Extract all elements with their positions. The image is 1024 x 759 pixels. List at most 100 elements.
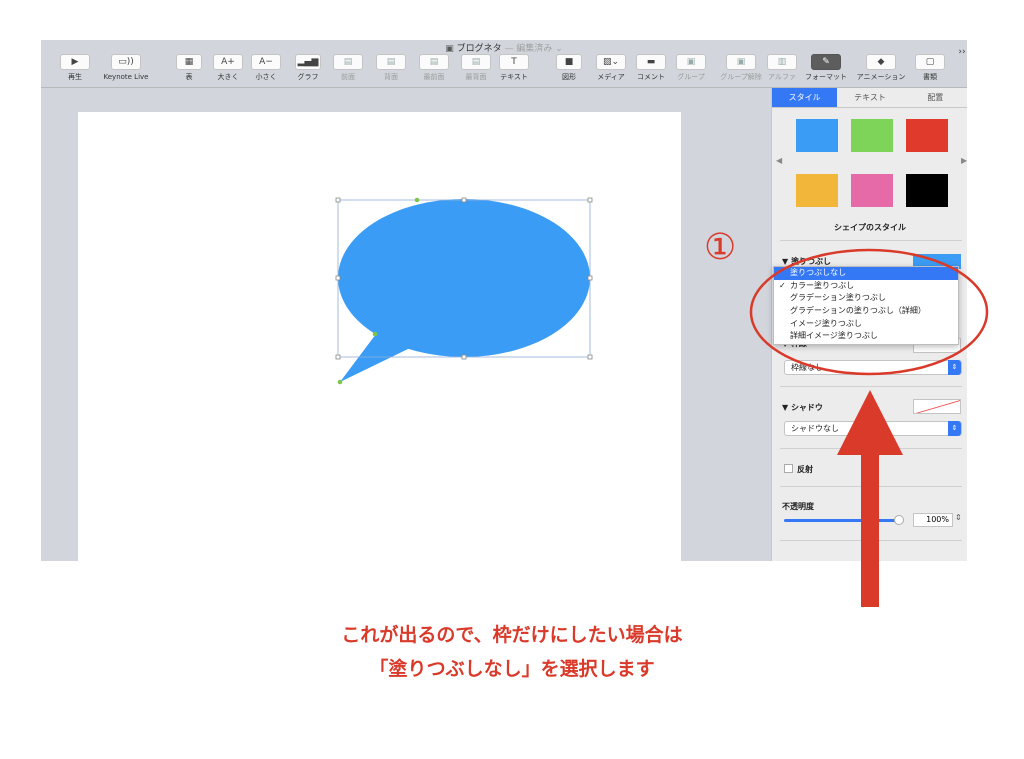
fill-menu-item[interactable]: 詳細イメージ塗りつぶし <box>774 330 958 343</box>
speech-bubble-shape[interactable] <box>78 112 681 561</box>
toolbar-front-label: 最前面 <box>423 73 445 81</box>
annotation-text: これが出るので、枠だけにしたい場合は 「塗りつぶしなし」を選択します <box>0 618 1024 686</box>
toolbar-group-button[interactable]: ▣ グループ <box>671 54 711 86</box>
shadow-style-select[interactable]: シャドウなし ⇕ <box>784 421 962 436</box>
toolbar-backward-label: 背面 <box>384 73 398 81</box>
divider <box>780 540 962 541</box>
fill-menu-item[interactable]: ✓ カラー塗りつぶし <box>774 280 958 293</box>
format-icon: ✎ <box>811 54 841 70</box>
toolbar-alpha-label: アルファ <box>768 73 796 81</box>
keynote-live-icon: ▭)) <box>111 54 141 70</box>
toolbar-shape-label: 図形 <box>562 73 576 81</box>
divider <box>780 240 962 241</box>
chevron-left-icon[interactable]: ◀ <box>776 156 782 165</box>
toolbar-media-button[interactable]: ▨⌄ メディア <box>592 54 630 86</box>
shadow-section-label[interactable]: ▼ シャドウ <box>782 402 823 413</box>
slide[interactable] <box>78 112 681 561</box>
chart-icon: ▂▄▆ <box>295 54 321 70</box>
annotation-line-1: これが出るので、枠だけにしたい場合は <box>341 624 683 646</box>
fill-menu-item[interactable]: グラデーションの塗りつぶし（詳細） <box>774 305 958 318</box>
toolbar-forward-button[interactable]: ▤ 前面 <box>331 54 365 86</box>
opacity-value-field[interactable]: 100% <box>913 513 953 527</box>
opacity-slider[interactable] <box>784 515 904 525</box>
document-status: — 編集済み ⌄ <box>504 44 563 54</box>
fill-menu-item-label: イメージ塗りつぶし <box>790 318 862 328</box>
document-icon: ▣ <box>445 44 454 54</box>
shape-style-title: シェイプのスタイル <box>834 223 906 232</box>
divider <box>780 486 962 487</box>
play-icon: ▶ <box>60 54 90 70</box>
toolbar-play-label: 再生 <box>68 73 82 81</box>
fill-menu-item-label: 塗りつぶしなし <box>790 268 847 277</box>
tab-style[interactable]: スタイル <box>772 88 838 107</box>
toolbar-animate-button[interactable]: ◆ アニメーション <box>853 54 909 86</box>
no-color-icon <box>916 400 960 413</box>
opacity-slider-knob[interactable] <box>894 515 904 525</box>
toolbar-chart-button[interactable]: ▂▄▆ グラフ <box>293 54 323 86</box>
fill-menu-item[interactable]: グラデーション塗りつぶし <box>774 292 958 305</box>
comment-icon: ▬ <box>636 54 666 70</box>
tab-text[interactable]: テキスト <box>837 88 902 107</box>
toolbar-chart-label: グラフ <box>297 73 319 81</box>
fill-menu-item-label: グラデーションの塗りつぶし（詳細） <box>790 306 926 316</box>
fill-menu-item-label: カラー塗りつぶし <box>790 280 855 290</box>
toolbar-text-label: テキスト <box>500 73 528 81</box>
style-swatch-black[interactable] <box>906 174 948 207</box>
forward-icon: ▤ <box>333 54 363 70</box>
toolbar-format-label: フォーマット <box>805 73 847 81</box>
toolbar-ungroup-button[interactable]: ▣ グループ解除 <box>713 54 769 86</box>
shadow-label: シャドウ <box>790 403 823 412</box>
toolbar: ▶ 再生 ▭)) Keynote Live ▦ 表 A+ 大きく A− 小さく ▂▄▆ グラフ ▤ 前面 ▤… <box>41 54 967 86</box>
shadow-color-well[interactable] <box>913 399 961 414</box>
style-swatch-green[interactable] <box>851 119 893 152</box>
ungroup-icon: ▣ <box>726 54 756 70</box>
reflection-checkbox[interactable] <box>784 464 793 473</box>
style-swatch-yellow[interactable] <box>796 174 838 207</box>
checkmark-icon: ✓ <box>779 280 786 290</box>
toolbar-document-button[interactable]: ▢ 書類 <box>913 54 947 86</box>
opacity-slider-fill <box>784 519 900 522</box>
toolbar-smaller-label: 小さく <box>255 73 277 81</box>
fill-menu-item[interactable]: イメージ塗りつぶし <box>774 318 958 331</box>
toolbar-front-button[interactable]: ▤ 最前面 <box>414 54 454 86</box>
slide-canvas[interactable] <box>41 88 771 561</box>
toolbar-document-label: 書類 <box>923 73 937 81</box>
toolbar-keynote-live-label: Keynote Live <box>103 73 149 81</box>
style-swatch-blue[interactable] <box>796 119 838 152</box>
back-icon: ▤ <box>461 54 491 70</box>
step-number: ① <box>704 227 737 268</box>
toolbar-text-button[interactable]: T テキスト <box>495 54 533 86</box>
alpha-icon: ▥ <box>767 54 797 70</box>
fill-menu-item[interactable]: 塗りつぶしなし <box>774 267 958 280</box>
toolbar-comment-button[interactable]: ▬ コメント <box>631 54 671 86</box>
toolbar-back-button[interactable]: ▤ 最背面 <box>457 54 495 86</box>
document-icon: ▢ <box>915 54 945 70</box>
style-swatch-red[interactable] <box>906 119 948 152</box>
toolbar-shape-button[interactable]: ■ 図形 <box>554 54 584 86</box>
shadow-select-value: シャドウなし <box>791 424 839 433</box>
annotation-line-2: 「塗りつぶしなし」を選択します <box>369 658 655 680</box>
toolbar-backward-button[interactable]: ▤ 背面 <box>374 54 408 86</box>
toolbar-play-button[interactable]: ▶ 再生 <box>57 54 93 86</box>
toolbar-format-button[interactable]: ✎ フォーマット <box>804 54 848 86</box>
document-title[interactable]: ブログネタ <box>457 44 502 54</box>
group-icon: ▣ <box>676 54 706 70</box>
toolbar-bigger-button[interactable]: A+ 大きく <box>211 54 245 86</box>
tab-arrange[interactable]: 配置 <box>903 88 967 107</box>
border-select-value: 枠線なし <box>791 363 823 372</box>
toolbar-table-button[interactable]: ▦ 表 <box>174 54 204 86</box>
toolbar-alpha-button[interactable]: ▥ アルファ <box>765 54 799 86</box>
toolbar-overflow-button[interactable]: ›› <box>957 40 967 72</box>
chevron-right-icon[interactable]: ▶ <box>961 156 967 165</box>
updown-icon: ⇕ <box>948 421 961 436</box>
border-style-select[interactable]: 枠線なし ⇕ <box>784 360 962 375</box>
opacity-stepper[interactable]: ⇕ <box>955 513 962 522</box>
toolbar-smaller-button[interactable]: A− 小さく <box>249 54 283 86</box>
toolbar-forward-label: 前面 <box>341 73 355 81</box>
style-swatch-pink[interactable] <box>851 174 893 207</box>
shape-icon: ■ <box>556 54 582 70</box>
table-icon: ▦ <box>176 54 202 70</box>
toolbar-keynote-live-button[interactable]: ▭)) Keynote Live <box>97 54 155 86</box>
fill-menu-item-label: 詳細イメージ塗りつぶし <box>790 331 878 341</box>
media-icon: ▨⌄ <box>596 54 626 70</box>
